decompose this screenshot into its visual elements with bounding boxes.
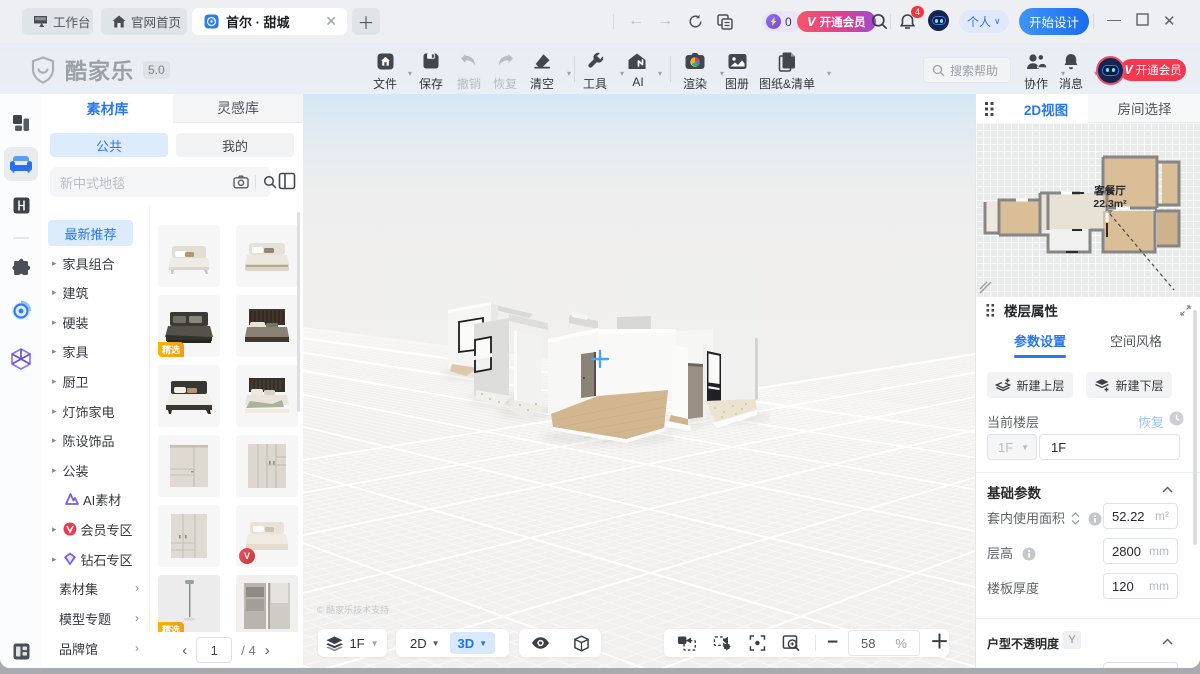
svg-text:客餐厅: 客餐厅 bbox=[1093, 184, 1126, 197]
svg-text:22.3m²: 22.3m² bbox=[1093, 198, 1127, 210]
